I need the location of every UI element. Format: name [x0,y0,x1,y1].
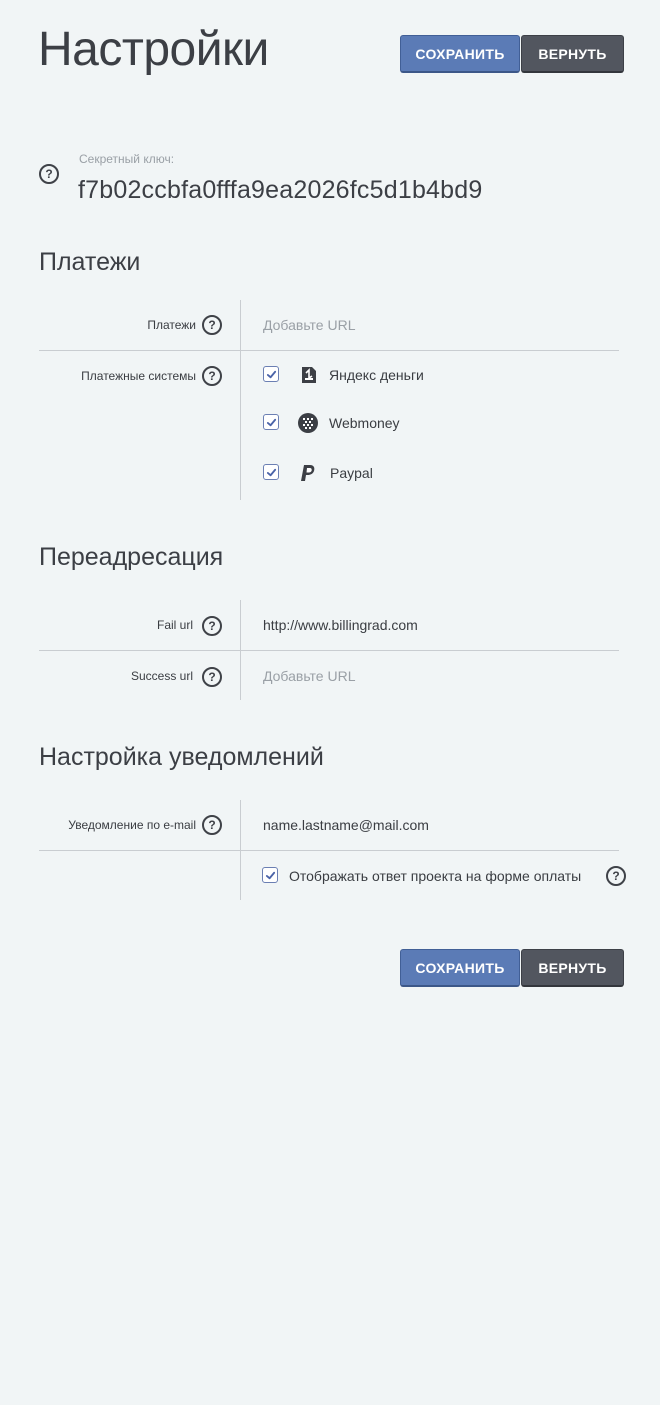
yandex-money-label: Яндекс деньги [329,367,424,383]
revert-button-top[interactable]: ВЕРНУТЬ [521,35,624,73]
secret-help-icon[interactable]: ? [39,164,59,184]
checkmark-icon [266,468,276,476]
payments-section-title: Платежи [39,248,141,276]
show-answer-checkbox[interactable] [262,867,278,883]
paypal-icon [301,465,315,481]
payments-divider-vertical [240,300,241,500]
success-url-input[interactable] [263,668,603,684]
checkmark-icon [266,370,276,378]
checkmark-icon [266,418,276,426]
fail-url-input[interactable] [263,617,603,633]
fail-url-label: Fail url [156,618,193,632]
webmoney-icon [298,413,318,433]
payment-systems-label: Платежные системы [81,369,196,383]
webmoney-label: Webmoney [329,415,400,431]
fail-url-help-icon[interactable]: ? [202,616,222,636]
secret-key-value: f7b02ccbfa0fffa9ea2026fc5d1b4bd9 [78,176,483,204]
yandex-checkbox[interactable] [263,366,279,382]
payments-url-help-icon[interactable]: ? [202,315,222,335]
secret-key-label: Секретный ключ: [79,152,175,166]
checkmark-icon [265,871,275,879]
webmoney-checkbox[interactable] [263,414,279,430]
email-notification-input[interactable] [263,817,603,833]
save-button-top[interactable]: СОХРАНИТЬ [400,35,520,73]
email-notification-help-icon[interactable]: ? [202,815,222,835]
notifications-section-title: Настройка уведомлений [39,743,324,771]
show-answer-label: Отображать ответ проекта на форме оплаты [289,868,582,884]
paypal-label: Paypal [330,465,373,481]
paypal-checkbox[interactable] [263,464,279,480]
save-button-bottom[interactable]: СОХРАНИТЬ [400,949,520,987]
payments-url-input[interactable] [263,317,603,333]
revert-button-bottom[interactable]: ВЕРНУТЬ [521,949,624,987]
redirect-divider-horizontal [39,650,619,651]
show-answer-help-icon[interactable]: ? [606,866,626,886]
page-title: Настройки [38,23,269,76]
success-url-help-icon[interactable]: ? [202,667,222,687]
notifications-divider-horizontal [39,850,619,851]
yandex-money-icon [302,367,316,383]
payments-divider-horizontal [39,350,619,351]
payment-systems-help-icon[interactable]: ? [202,366,222,386]
email-notification-label: Уведомление по e-mail [68,818,196,832]
success-url-label: Success url [130,669,193,683]
redirect-section-title: Переадресация [39,543,224,571]
payments-url-label: Платежи [147,318,196,332]
